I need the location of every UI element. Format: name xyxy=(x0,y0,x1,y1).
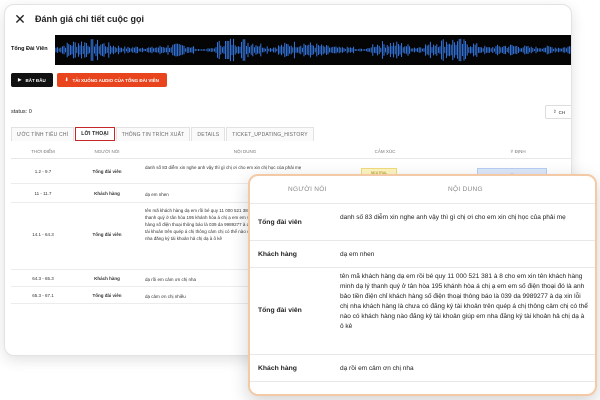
col-intent: Ý ĐỊNH xyxy=(510,149,526,154)
zoom-row-text: dạ em nhen xyxy=(340,251,375,258)
zoom-row[interactable]: Khách hàng dạ rồi em cảm ơn chị nha xyxy=(250,356,595,382)
zoom-row-text: dạ rồi em cảm ơn chị nha xyxy=(340,365,414,372)
zoom-row-speaker: Tổng đài viên xyxy=(258,219,302,226)
tab-bar: ƯỚC TÍNH TIÊU CHÍ LỜI THOẠI THÔNG TIN TR… xyxy=(11,127,315,141)
col-time: THỜI ĐIỂM xyxy=(31,149,55,154)
zoom-row-speaker: Khách hàng xyxy=(258,365,297,372)
window-title: Đánh giá chi tiết cuộc gọi xyxy=(35,14,145,24)
zoom-row[interactable]: Tổng đài viên tên mã khách hàng dạ em rồ… xyxy=(250,269,595,355)
upload-icon: ⇪ xyxy=(552,109,557,114)
zoom-col-speaker: NGƯỜI NÓI xyxy=(288,186,327,193)
zoom-row[interactable]: Tổng đài viên danh số 83 diễm xin nghe a… xyxy=(250,205,595,241)
row-time: 11 - 11.7 xyxy=(34,191,52,196)
side-action-label: CH xyxy=(558,109,566,115)
row-speaker: Khách hàng xyxy=(94,191,120,196)
download-icon: ⬇ xyxy=(64,77,69,82)
row-speaker: Tổng đài viên xyxy=(92,293,122,298)
tab-extracted-info[interactable]: THÔNG TIN TRÍCH XUẤT xyxy=(115,127,191,141)
col-speaker: NGƯỜI NÓI xyxy=(94,149,120,154)
start-button-label: BẮT ĐẦU xyxy=(25,77,46,83)
screenshot-stage: ✕ Đánh giá chi tiết cuộc gọi Tổng Đài Vi… xyxy=(0,0,600,400)
start-button[interactable]: ▶ BẮT ĐẦU xyxy=(11,73,53,87)
table-header: THỜI ĐIỂM NGƯỜI NÓI NỘI DUNG CẢM XÚC Ý Đ… xyxy=(11,145,571,159)
zoom-row-text: tên mã khách hàng dạ em rồi bé quy 11 00… xyxy=(340,273,588,330)
audio-controls: ▶ BẮT ĐẦU ⬇ TẢI XUỐNG AUDIO CỦA TỔNG ĐÀI… xyxy=(11,73,167,87)
waveform-graphic xyxy=(55,38,571,62)
download-button-label: TẢI XUỐNG AUDIO CỦA TỔNG ĐÀI VIÊN xyxy=(72,77,159,83)
status-text: status: 0 xyxy=(11,109,32,115)
close-icon[interactable]: ✕ xyxy=(13,12,27,26)
zoom-row-speaker: Tổng đài viên xyxy=(258,307,302,314)
side-action-button[interactable]: ⇪ CH xyxy=(545,105,571,119)
tab-criteria-estimate[interactable]: ƯỚC TÍNH TIÊU CHÍ xyxy=(11,127,75,141)
download-audio-button[interactable]: ⬇ TẢI XUỐNG AUDIO CỦA TỔNG ĐÀI VIÊN xyxy=(56,73,167,87)
tab-details[interactable]: DETAILS xyxy=(191,127,226,141)
window-titlebar: ✕ Đánh giá chi tiết cuộc gọi xyxy=(5,5,571,33)
zoom-table-header: NGƯỜI NÓI NỘI DUNG xyxy=(250,176,595,204)
col-content: NỘI DUNG xyxy=(233,149,257,154)
zoom-row-text: danh số 83 diễm xin nghe anh vậy thì gì … xyxy=(340,214,566,221)
waveform-label: Tổng Đài Viên xyxy=(11,46,48,52)
row-time: 65.3 - 67.1 xyxy=(32,293,54,298)
tab-transcript[interactable]: LỜI THOẠI xyxy=(75,127,115,141)
row-speaker: Khách hàng xyxy=(94,276,120,281)
audio-waveform[interactable] xyxy=(55,35,571,65)
row-speaker: Tổng đài viên xyxy=(92,232,122,237)
zoomed-transcript-card: NGƯỜI NÓI NỘI DUNG Tổng đài viên danh số… xyxy=(248,174,597,396)
row-text: danh số 83 diễm xin nghe anh vậy thì gì … xyxy=(145,165,302,170)
row-speaker: Tổng đài viên xyxy=(92,169,122,174)
zoom-row-speaker: Khách hàng xyxy=(258,251,297,258)
zoom-col-content: NỘI DUNG xyxy=(448,186,483,193)
play-icon: ▶ xyxy=(18,77,22,82)
zoom-row[interactable]: Khách hàng dạ em nhen xyxy=(250,242,595,268)
row-time: 14.1 - 64.3 xyxy=(32,232,54,237)
waveform-row: Tổng Đài Viên xyxy=(5,35,571,65)
row-time: 64.3 - 65.3 xyxy=(32,276,54,281)
tab-ticket-history[interactable]: TICKET_UPDATING_HISTORY xyxy=(226,127,314,141)
row-time: 1.2 - 9.7 xyxy=(34,169,52,174)
col-emotion: CẢM XÚC xyxy=(374,149,396,154)
